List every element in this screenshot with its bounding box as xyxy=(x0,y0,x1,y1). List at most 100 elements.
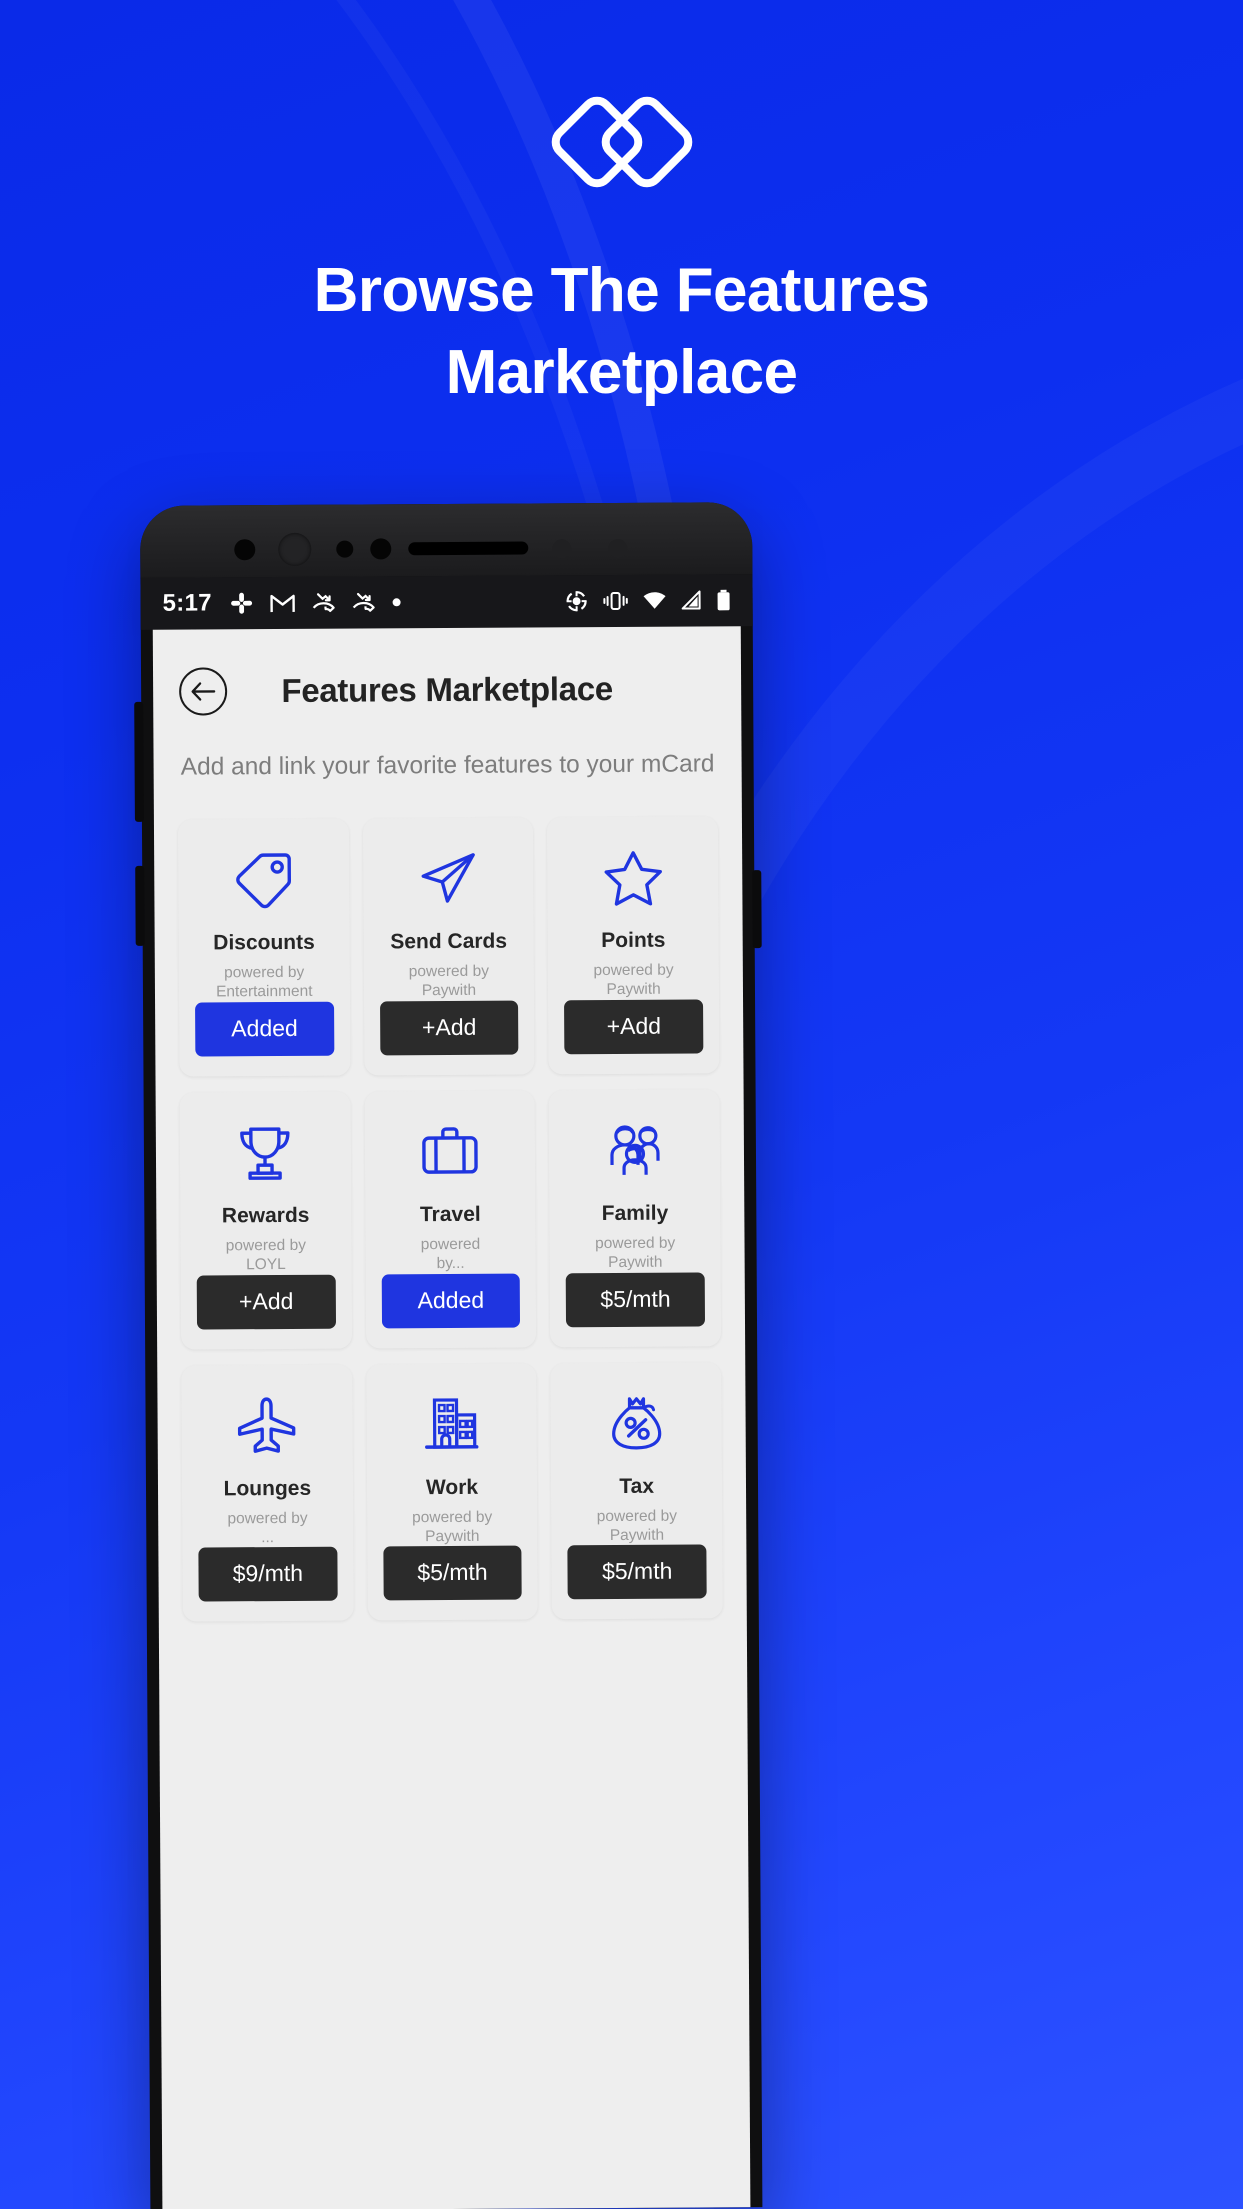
phone-mockup: 5:17 Features Marketplace Add and link y… xyxy=(134,502,763,2209)
app-screen: Features Marketplace Add and link your f… xyxy=(152,626,751,2209)
feature-action-button[interactable]: $5/mth xyxy=(566,1271,705,1327)
feature-title: Tax xyxy=(619,1474,655,1498)
feature-card[interactable]: Work powered by Paywith $5/mth xyxy=(365,1362,539,1621)
sensor-dot-2-icon xyxy=(608,538,628,559)
feature-subtitle-line1: powered by xyxy=(593,961,674,980)
feature-action-button[interactable]: $5/mth xyxy=(383,1545,522,1601)
missed-call-icon xyxy=(353,592,375,612)
feature-card[interactable]: Send Cards powered by Paywith +Add xyxy=(362,817,535,1076)
feature-title: Work xyxy=(425,1475,479,1499)
feature-subtitle-line1: powered by xyxy=(227,1509,308,1527)
feature-card[interactable]: Travel powered by... Added xyxy=(364,1090,537,1349)
airplane-icon xyxy=(236,1388,298,1462)
app-header: Features Marketplace xyxy=(153,626,742,716)
wifi-icon xyxy=(643,592,666,609)
slack-icon xyxy=(231,592,253,614)
signal-icon xyxy=(681,590,701,610)
feature-card[interactable]: Rewards powered by LOYL +Add xyxy=(179,1091,352,1350)
arrow-left-icon xyxy=(191,682,216,701)
feature-subtitle-line1: powered by xyxy=(412,1508,493,1526)
back-button[interactable] xyxy=(178,667,228,716)
feature-subtitle: powered by Paywith xyxy=(597,1506,677,1545)
feature-action-button[interactable]: +Add xyxy=(564,999,704,1055)
feature-subtitle-line2: by... xyxy=(436,1255,465,1273)
feature-subtitle: powered by Paywith xyxy=(593,961,673,1000)
feature-action-button[interactable]: Added xyxy=(195,1001,334,1057)
page-title: Browse The Features Marketplace xyxy=(0,250,1243,414)
vibrate-icon xyxy=(603,591,628,610)
camera-icon xyxy=(234,539,256,561)
feature-subtitle-line2: ... xyxy=(261,1528,275,1547)
feature-card[interactable]: Discounts powered by Entertainment Added xyxy=(177,818,351,1077)
feature-title: Discounts xyxy=(213,930,315,955)
feature-subtitle-line2: Paywith xyxy=(606,981,661,999)
proximity-sensor-icon xyxy=(336,540,354,558)
battery-icon xyxy=(717,589,730,611)
feature-subtitle-line2: Paywith xyxy=(609,1526,665,1544)
feature-subtitle-line2: Paywith xyxy=(425,1527,480,1546)
gmail-icon xyxy=(270,594,296,613)
location-icon xyxy=(566,591,587,612)
app-title: Features Marketplace xyxy=(281,669,613,710)
feature-title: Rewards xyxy=(221,1203,310,1228)
trophy-icon xyxy=(234,1116,296,1190)
feature-title: Send Cards xyxy=(390,929,508,954)
suitcase-icon xyxy=(419,1115,481,1189)
feature-subtitle: powered by Entertainment xyxy=(216,963,313,1002)
feature-action-button[interactable]: Added xyxy=(381,1273,521,1328)
office-building-icon xyxy=(420,1387,482,1461)
feature-subtitle-line2: Paywith xyxy=(421,982,477,1000)
family-icon xyxy=(603,1113,665,1187)
volume-up-button[interactable] xyxy=(134,701,144,822)
status-bar-clock: 5:17 xyxy=(162,589,212,617)
headline-line-2: Marketplace xyxy=(445,337,798,407)
feature-card[interactable]: Tax powered by Paywith $5/mth xyxy=(550,1361,723,1620)
feature-subtitle-line2: Entertainment xyxy=(216,983,313,1001)
feature-action-button[interactable]: +Add xyxy=(196,1274,336,1330)
feature-subtitle-line1: powered by xyxy=(225,1236,306,1255)
feature-title: Lounges xyxy=(223,1476,312,1500)
app-subtitle: Add and link your favorite features to y… xyxy=(180,750,715,781)
feature-action-button[interactable]: $9/mth xyxy=(198,1546,338,1602)
status-bar-notification-icons xyxy=(230,590,402,615)
hero-section: Browse The Features Marketplace xyxy=(0,0,1243,414)
tag-icon xyxy=(232,843,294,917)
promo-screenshot: Browse The Features Marketplace 5:17 Fea… xyxy=(0,0,1243,2209)
volume-down-button[interactable] xyxy=(135,865,145,946)
phone-top-bezel xyxy=(140,502,753,578)
feature-subtitle: powered by LOYL xyxy=(226,1236,306,1275)
feature-subtitle-line1: powered by xyxy=(595,1234,676,1252)
feature-subtitle-line2: Paywith xyxy=(608,1253,663,1272)
feature-subtitle: powered by ... xyxy=(227,1508,307,1547)
feature-subtitle-line1: powered by xyxy=(224,963,305,982)
feature-title: Family xyxy=(601,1201,669,1225)
sensor-dot-icon xyxy=(552,539,572,559)
feature-action-button[interactable]: +Add xyxy=(379,1000,519,1056)
feature-subtitle-line2: LOYL xyxy=(246,1256,286,1274)
missed-call-icon xyxy=(313,593,335,613)
feature-subtitle: powered by Paywith xyxy=(595,1233,675,1272)
status-bar-system-icons xyxy=(565,588,731,613)
feature-subtitle-line1: powered by xyxy=(408,962,489,981)
feature-title: Travel xyxy=(419,1202,481,1226)
front-camera-icon xyxy=(278,532,312,567)
star-icon xyxy=(602,841,664,915)
headline-line-1: Browse The Features xyxy=(313,256,930,325)
features-grid: Discounts powered by Entertainment Added xyxy=(154,816,747,1622)
feature-subtitle-line1: powered xyxy=(420,1235,481,1253)
feature-subtitle: powered by... xyxy=(421,1235,481,1274)
interlocking-diamonds-logo-icon xyxy=(551,96,692,188)
feature-subtitle: powered by Paywith xyxy=(412,1507,492,1546)
money-bag-percent-icon xyxy=(605,1386,667,1460)
feature-subtitle: powered by Paywith xyxy=(409,962,489,1001)
feature-action-button[interactable]: $5/mth xyxy=(567,1544,707,1600)
feature-card[interactable]: Lounges powered by ... $9/mth xyxy=(181,1364,354,1622)
light-sensor-icon xyxy=(370,538,392,560)
paper-plane-icon xyxy=(417,842,479,916)
feature-title: Points xyxy=(601,928,666,953)
feature-card[interactable]: Family powered by Paywith $5/mth xyxy=(548,1089,722,1347)
power-button[interactable] xyxy=(752,870,762,949)
brand-logo xyxy=(0,88,1243,198)
earpiece-speaker xyxy=(408,541,529,556)
feature-card[interactable]: Points powered by Paywith +Add xyxy=(547,816,720,1075)
